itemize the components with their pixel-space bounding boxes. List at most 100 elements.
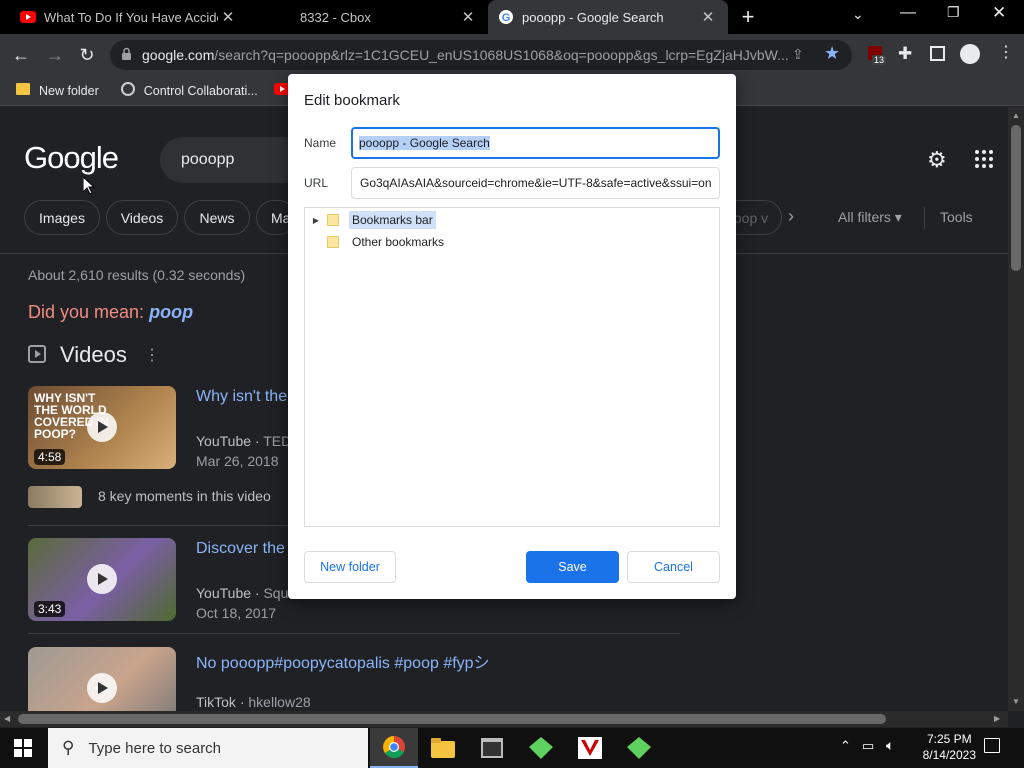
tab-strip: What To Do If You Have Accident ✕ 8332 -… (0, 0, 1024, 34)
restore-icon[interactable]: ❐ (947, 4, 960, 21)
close-window-icon[interactable]: ✕ (992, 3, 1006, 23)
play-icon (87, 564, 117, 594)
search-query: pooopp (181, 151, 235, 168)
clock[interactable]: 7:25 PM 8/14/2023 (923, 731, 976, 763)
green-app-icon[interactable] (517, 728, 565, 768)
video-title-2[interactable]: Discover the (196, 540, 285, 558)
close-tab-icon[interactable]: ✕ (218, 8, 238, 26)
taskbar-search[interactable]: ⚲ Type here to search (48, 728, 368, 768)
menu-kebab-icon[interactable]: ⋮ (998, 42, 1014, 62)
notifications-icon[interactable] (984, 738, 1000, 753)
chip-news[interactable]: News (184, 200, 250, 235)
settings-gear-icon[interactable]: ⚙ (927, 147, 947, 173)
forward-icon[interactable]: → (40, 34, 70, 76)
extensions-puzzle-icon[interactable]: ✚ (898, 44, 912, 64)
new-folder-button[interactable]: New folder (304, 551, 396, 583)
close-tab-icon[interactable]: ✕ (698, 8, 718, 26)
profile-avatar-icon[interactable] (960, 44, 980, 64)
chip-images[interactable]: Images (24, 200, 100, 235)
tools-button[interactable]: Tools (940, 209, 973, 225)
close-tab-icon[interactable]: ✕ (458, 8, 478, 26)
expand-arrow-icon[interactable]: ▶ (305, 216, 327, 225)
tab-youtube[interactable]: What To Do If You Have Accident ✕ (10, 0, 248, 34)
tree-item-other-bookmarks[interactable]: Other bookmarks (305, 231, 719, 253)
more-options-icon[interactable]: ⋮ (144, 345, 160, 365)
url-field[interactable]: Go3qAIAsAIA&sourceid=chrome&ie=UTF-8&saf… (351, 167, 720, 199)
bookmark-control[interactable]: Control Collaborati... (120, 82, 258, 99)
tree-item-bookmarks-bar[interactable]: ▶ Bookmarks bar (305, 209, 719, 231)
name-field-value: pooopp - Google Search (359, 136, 490, 150)
tab-cbox[interactable]: 8332 - Cbox ✕ (250, 0, 488, 34)
reload-icon[interactable]: ↻ (72, 34, 102, 76)
all-filters-button[interactable]: All filters ▾ (838, 209, 902, 226)
result-stats: About 2,610 results (0.32 seconds) (28, 267, 246, 283)
key-moments-link[interactable]: 8 key moments in this video (98, 488, 271, 504)
side-panel-icon[interactable] (930, 46, 945, 61)
divider (924, 207, 925, 229)
scroll-up-icon[interactable]: ▲ (1012, 111, 1020, 120)
video-duration: 3:43 (34, 601, 66, 617)
blank-icon (260, 9, 276, 25)
horizontal-scrollbar[interactable]: ◀ ▶ (0, 711, 1008, 727)
folder-icon (16, 83, 30, 98)
address-bar[interactable]: google.com/search?q=pooopp&rlz=1C1GCEU_e… (110, 40, 852, 70)
apps-grid-icon[interactable] (974, 149, 994, 169)
chip-videos[interactable]: Videos (106, 200, 178, 235)
video-thumbnail-1[interactable]: WHY ISN'T THE WORLD COVERED IN POOP? 4:5… (28, 386, 176, 469)
video-date-2: Oct 18, 2017 (196, 605, 277, 621)
scroll-down-icon[interactable]: ▼ (1012, 697, 1020, 706)
volume-icon[interactable]: 🔈︎ (886, 737, 894, 754)
video-source: YouTube (196, 585, 252, 601)
tab-title: pooopp - Google Search (522, 9, 664, 25)
video-title-1[interactable]: Why isn't the (196, 388, 287, 406)
video-duration: 4:58 (34, 449, 66, 465)
share-icon[interactable]: ⇪ (792, 46, 804, 63)
did-you-mean: Did you mean: poop (28, 302, 193, 323)
green-app-icon-2[interactable] (615, 728, 663, 768)
video-thumbnail-3[interactable] (28, 647, 176, 711)
divider (28, 633, 680, 634)
clock-date: 8/14/2023 (922, 748, 976, 762)
app-window-icon[interactable] (468, 728, 516, 768)
bookmark-label: Control Collaborati... (143, 83, 258, 98)
all-filters-label: All filters (838, 209, 891, 225)
control-icon (120, 82, 135, 99)
save-button[interactable]: Save (526, 551, 619, 583)
play-icon (87, 673, 117, 703)
new-tab-icon[interactable]: + (736, 5, 760, 29)
name-field[interactable]: pooopp - Google Search (351, 127, 720, 159)
dialog-title: Edit bookmark (304, 92, 400, 109)
checkers-app-icon[interactable] (566, 728, 614, 768)
extension-ublock-icon[interactable]: 13 (866, 46, 887, 66)
tab-search-icon[interactable]: ⌄ (852, 6, 864, 23)
tab-google-search[interactable]: G pooopp - Google Search ✕ (488, 0, 728, 34)
key-moments-thumb[interactable] (28, 486, 82, 508)
browser-toolbar: ← → ↻ google.com/search?q=pooopp&rlz=1C1… (0, 34, 1024, 76)
scroll-right-icon[interactable]: ▶ (994, 714, 1000, 723)
chevron-right-icon[interactable]: › (788, 206, 794, 227)
windows-taskbar: ⚲ Type here to search ⌃ ▭ 🔈︎ 7:25 PM 8/1… (0, 728, 1024, 768)
did-you-mean-link[interactable]: poop (149, 302, 193, 322)
show-hidden-icons-icon[interactable]: ⌃ (840, 738, 851, 754)
bookmark-new-folder[interactable]: New folder (16, 83, 99, 98)
scrollbar-thumb[interactable] (1011, 125, 1021, 271)
video-channel: Squ (263, 585, 289, 601)
back-icon[interactable]: ← (6, 34, 36, 76)
folder-tree[interactable]: ▶ Bookmarks bar Other bookmarks (304, 207, 720, 527)
google-logo[interactable]: Google (24, 140, 119, 176)
video-title-3[interactable]: No pooopp#poopycatopalis #poop #fypシ (196, 649, 490, 673)
network-icon[interactable]: ▭ (862, 738, 874, 754)
cancel-button[interactable]: Cancel (627, 551, 720, 583)
bookmark-star-icon[interactable]: ★ (824, 43, 840, 64)
video-thumbnail-2[interactable]: 3:43 (28, 538, 176, 621)
video-source: YouTube (196, 433, 252, 449)
vertical-scrollbar[interactable]: ▲ ▼ (1008, 107, 1024, 711)
chrome-icon[interactable] (370, 728, 418, 768)
scrollbar-thumb[interactable] (18, 714, 886, 724)
scroll-left-icon[interactable]: ◀ (4, 714, 10, 723)
minimize-icon[interactable]: — (900, 4, 916, 22)
video-source-3: TikTok · hkellow28 (196, 694, 311, 710)
videos-heading: Videos (60, 342, 127, 367)
file-explorer-icon[interactable] (419, 728, 467, 768)
windows-start-icon[interactable] (14, 739, 32, 762)
